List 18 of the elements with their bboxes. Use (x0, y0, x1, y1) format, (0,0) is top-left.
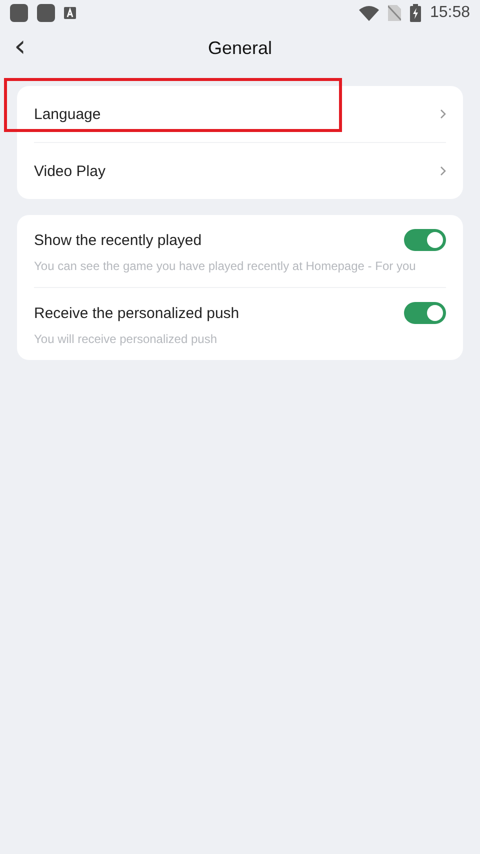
page-title: General (208, 38, 272, 58)
chevron-right-icon (440, 109, 446, 119)
setting-label: Receive the personalized push (34, 304, 240, 322)
setting-description: You can see the game you have played recently at Homepage - For you (34, 259, 417, 273)
setting-label: Show the recently played (34, 232, 202, 248)
back-button[interactable]: ‹ (10, 32, 30, 62)
settings-item[interactable]: Video Play (34, 142, 446, 199)
app-icon (10, 4, 28, 22)
keyboard-icon (64, 7, 76, 19)
toggle-switch[interactable] (404, 302, 446, 324)
battery-charging-icon (410, 4, 421, 22)
status-time: 15:58 (430, 4, 470, 22)
wifi-icon (358, 6, 379, 20)
toggle-switch[interactable] (404, 229, 446, 251)
setting-description: You will receive personalized push (34, 332, 218, 346)
chevron-right-icon (440, 166, 446, 176)
no-sim-icon (388, 5, 401, 21)
settings-item[interactable]: Language (34, 86, 446, 142)
